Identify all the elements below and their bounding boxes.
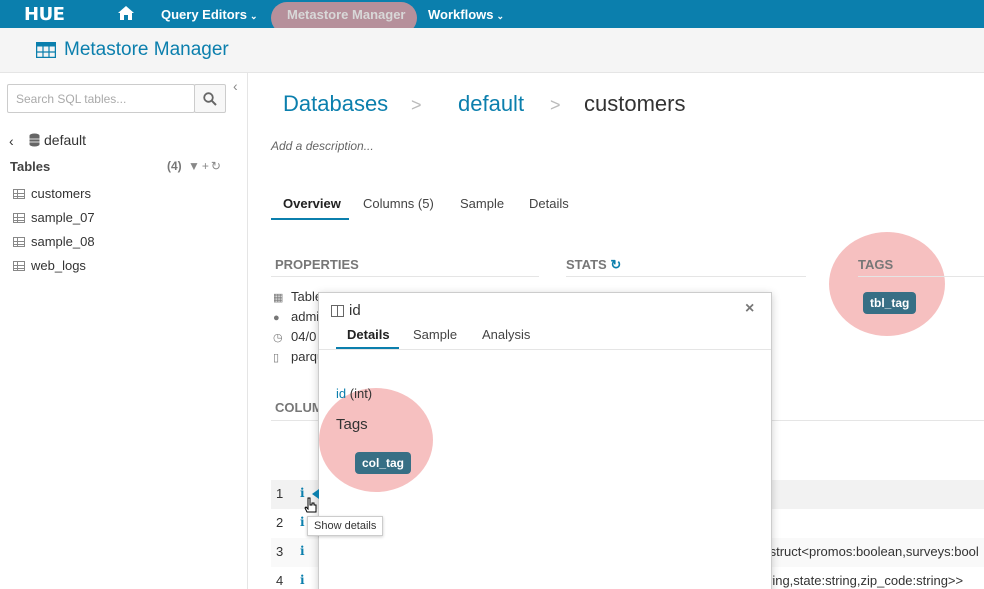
table-tools: ▼+↻ — [188, 159, 223, 173]
filter-icon[interactable]: ▼ — [188, 159, 202, 173]
top-nav: HUE Query Editors ⌄ Metastore Manager Wor… — [0, 0, 984, 34]
nav-metastore-manager[interactable]: Metastore Manager — [287, 7, 405, 22]
properties-heading: PROPERTIES — [275, 257, 359, 272]
info-icon[interactable]: i — [300, 573, 305, 587]
search-button[interactable] — [194, 84, 226, 113]
breadcrumb-databases[interactable]: Databases — [283, 91, 388, 117]
table-icon — [13, 261, 25, 271]
row-number: 2 — [276, 515, 284, 530]
chevron-down-icon: ⌄ — [249, 11, 258, 21]
tab-sample[interactable]: Sample — [460, 196, 504, 211]
popover-tab-details[interactable]: Details — [347, 327, 390, 342]
table-list-item[interactable]: web_logs — [13, 258, 86, 278]
row-number: 1 — [276, 486, 284, 501]
table-icon — [13, 213, 25, 223]
breadcrumb-table: customers — [584, 91, 686, 116]
column-signature: id (int) — [336, 386, 372, 401]
search-icon — [203, 92, 217, 106]
refresh-icon[interactable]: ↻ — [610, 257, 621, 272]
property-type: ▦ Table — [273, 289, 323, 304]
tags-heading: TAGS — [858, 257, 894, 272]
column-type: :struct<promos:boolean,surveys:bool — [766, 544, 979, 559]
tags-label: Tags — [336, 416, 368, 433]
property-format: ▯ parqu — [273, 349, 325, 364]
tab-details[interactable]: Details — [529, 196, 569, 211]
collapse-panel-icon[interactable]: ‹ — [233, 78, 238, 94]
column-name: id — [336, 386, 347, 401]
popover-tab-analysis[interactable]: Analysis — [482, 327, 530, 342]
user-icon: ● — [273, 312, 280, 324]
column-type: ring,state:string,zip_code:string>> — [768, 573, 964, 588]
close-icon[interactable]: × — [745, 300, 754, 318]
active-tab-indicator — [271, 218, 349, 220]
add-icon[interactable]: + — [202, 159, 211, 173]
popover-title: id — [349, 302, 361, 319]
hand-cursor-icon — [304, 497, 317, 513]
column-details-popover: id × Details Sample Analysis id (int) Ta… — [318, 292, 772, 589]
column-tag-badge[interactable]: col_tag — [355, 452, 412, 474]
table-icon — [13, 189, 25, 199]
divider — [271, 276, 539, 277]
page-title: Metastore Manager — [64, 39, 229, 60]
home-icon[interactable] — [117, 5, 135, 21]
tables-count: (4) — [167, 159, 182, 173]
stats-heading: STATS ↻ — [566, 257, 622, 272]
divider — [319, 349, 771, 350]
search-input[interactable]: Search SQL tables... — [7, 84, 195, 113]
table-list-item[interactable]: customers — [13, 186, 91, 206]
database-name[interactable]: default — [44, 132, 86, 148]
table-icon — [13, 237, 25, 247]
breadcrumb-database[interactable]: default — [458, 91, 524, 117]
chevron-down-icon: ⌄ — [496, 11, 505, 21]
info-icon[interactable]: i — [300, 515, 305, 529]
column-type: (int) — [349, 386, 373, 401]
highlight-marker — [829, 232, 945, 336]
table-icon — [36, 42, 56, 58]
table-list-item[interactable]: sample_07 — [13, 210, 95, 230]
divider — [566, 276, 806, 277]
tab-columns[interactable]: Columns (5) — [363, 196, 434, 211]
nav-workflows[interactable]: Workflows ⌄ — [428, 7, 504, 22]
tooltip: Show details — [307, 516, 384, 536]
info-icon[interactable]: i — [300, 544, 305, 558]
breadcrumb-separator: > — [411, 95, 422, 115]
property-created: ◷ 04/0 — [273, 329, 317, 344]
nav-query-editors[interactable]: Query Editors ⌄ — [161, 7, 258, 22]
table-icon: ▦ — [273, 292, 284, 304]
clock-icon: ◷ — [273, 332, 283, 344]
hue-logo[interactable]: HUE — [24, 4, 65, 25]
refresh-icon[interactable]: ↻ — [211, 159, 223, 173]
page-header: Metastore Manager — [0, 28, 984, 73]
breadcrumb-separator: > — [550, 95, 561, 115]
tab-overview[interactable]: Overview — [283, 196, 341, 211]
property-owner: ● admi — [273, 309, 320, 324]
table-tag-badge[interactable]: tbl_tag — [863, 292, 917, 314]
database-icon — [29, 133, 40, 147]
tables-heading: Tables — [10, 159, 51, 174]
row-number: 3 — [276, 544, 284, 559]
columns-heading: COLUM — [275, 400, 323, 415]
column-icon — [331, 305, 344, 317]
table-list-item[interactable]: sample_08 — [13, 234, 95, 254]
divider — [858, 276, 984, 277]
row-number: 4 — [276, 573, 284, 588]
back-icon[interactable]: ‹ — [9, 133, 14, 149]
popover-tab-sample[interactable]: Sample — [413, 327, 457, 342]
left-panel: Search SQL tables... ‹ ‹ default Tables … — [0, 73, 248, 589]
description-field[interactable]: Add a description... — [271, 139, 374, 153]
file-icon: ▯ — [273, 352, 280, 364]
highlight-marker — [319, 388, 433, 492]
